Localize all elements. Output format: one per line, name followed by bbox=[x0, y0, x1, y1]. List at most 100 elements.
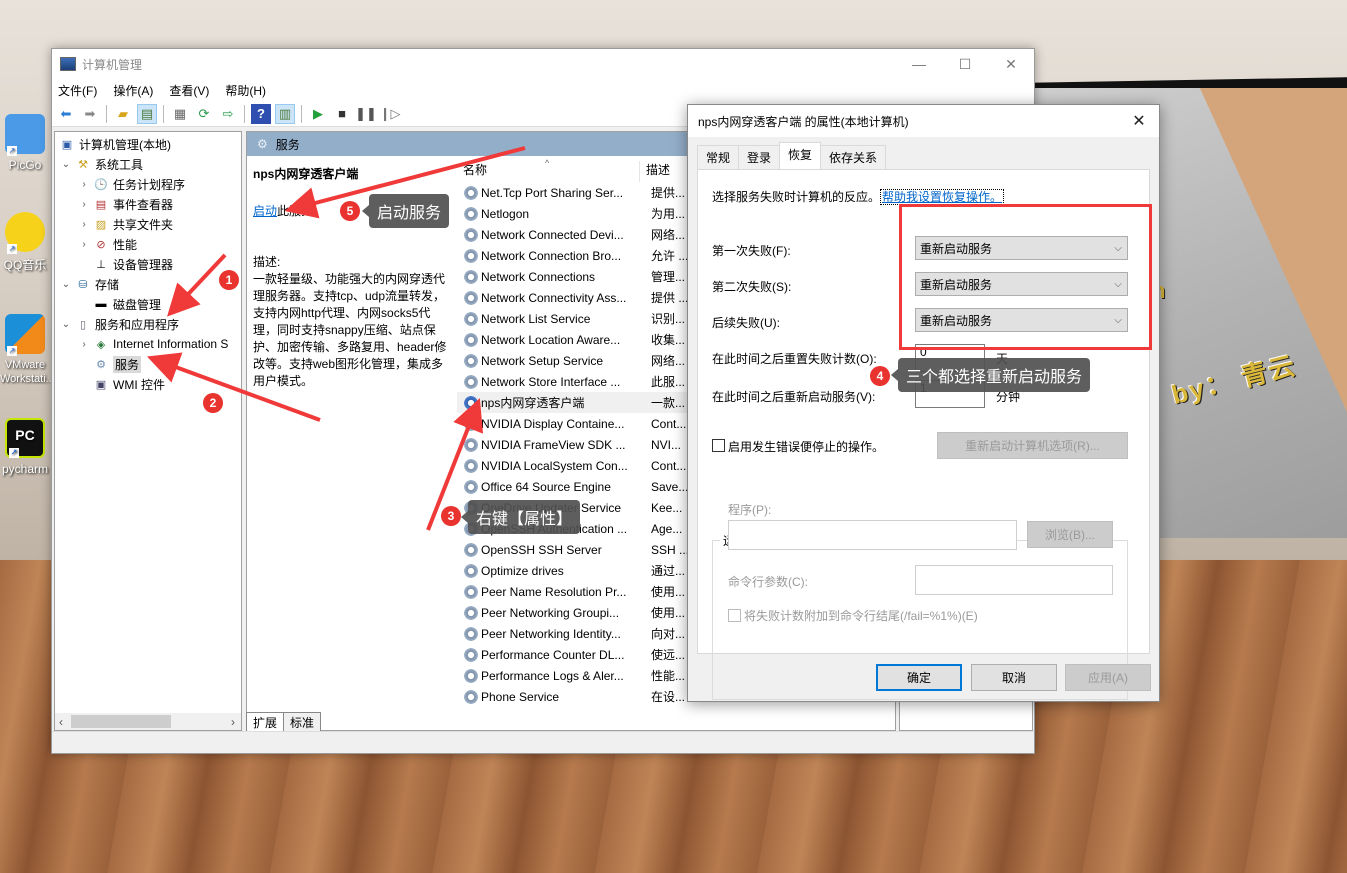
append-fail-count-checkbox[interactable] bbox=[728, 609, 741, 622]
service-name-cell: Peer Networking Identity... bbox=[481, 626, 621, 641]
close-button[interactable]: ✕ bbox=[988, 49, 1034, 79]
tree-item-wmi-control[interactable]: ▣ WMI 控件 bbox=[91, 374, 165, 394]
desktop-icon-qq-music[interactable]: ↗ QQ音乐 bbox=[0, 212, 50, 273]
dialog-title-bar[interactable]: nps内网穿透客户端 的属性(本地计算机) ✕ bbox=[688, 105, 1159, 137]
chevron-right-icon[interactable]: › bbox=[77, 219, 91, 230]
tree-item-event-viewer[interactable]: › ▤ 事件查看器 bbox=[77, 194, 173, 214]
shortcut-arrow-icon: ↗ bbox=[9, 448, 19, 458]
resume-service-icon[interactable]: ❙▷ bbox=[380, 104, 401, 124]
menu-help[interactable]: 帮助(H) bbox=[225, 82, 266, 99]
tree-label: 服务和应用程序 bbox=[95, 317, 180, 332]
service-description-cell: 此服... bbox=[651, 375, 686, 389]
tree-item-services[interactable]: ⚙ 服务 bbox=[91, 354, 142, 374]
tree-item-system-tools[interactable]: ⌄ ⚒ 系统工具 bbox=[59, 154, 143, 174]
title-bar[interactable]: 计算机管理 — ☐ ✕ bbox=[52, 49, 1034, 79]
tree-label: WMI 控件 bbox=[113, 377, 165, 392]
start-service-link[interactable]: 启动 bbox=[253, 204, 277, 218]
tab-logon[interactable]: 登录 bbox=[738, 145, 781, 169]
chevron-right-icon[interactable]: › bbox=[77, 339, 91, 350]
up-folder-icon[interactable]: ▰ bbox=[113, 104, 133, 124]
service-gear-icon bbox=[463, 226, 479, 243]
service-properties-dialog: nps内网穿透客户端 的属性(本地计算机) ✕ 常规 登录 恢复 依存关系 选择… bbox=[687, 104, 1160, 702]
desktop-icon-picgo[interactable]: ↗ PicGo bbox=[0, 114, 50, 172]
help-recovery-link[interactable]: 帮助我设置恢复操作。 bbox=[880, 189, 1005, 205]
scroll-right-icon[interactable]: › bbox=[231, 715, 235, 729]
tree-item-computer-management[interactable]: ▣ 计算机管理(本地) bbox=[57, 134, 171, 154]
tree-item-performance[interactable]: › ⊘ 性能 bbox=[77, 234, 137, 254]
apply-button[interactable]: 应用(A) bbox=[1065, 664, 1151, 691]
wmi-icon: ▣ bbox=[95, 378, 107, 391]
chevron-right-icon[interactable]: › bbox=[77, 239, 91, 250]
service-gear-icon bbox=[463, 289, 479, 306]
menu-file[interactable]: 文件(F) bbox=[58, 82, 97, 99]
menu-view[interactable]: 查看(V) bbox=[169, 82, 209, 99]
show-hide-console-tree-icon[interactable]: ▤ bbox=[137, 103, 157, 124]
cmdline-input[interactable] bbox=[915, 565, 1113, 595]
stop-on-error-checkbox[interactable] bbox=[712, 439, 725, 452]
forward-icon[interactable]: ➡ bbox=[80, 104, 100, 124]
tab-dependencies[interactable]: 依存关系 bbox=[820, 145, 887, 169]
desktop-icon-pycharm[interactable]: PC ↗ pycharm bbox=[0, 418, 50, 476]
tree-item-device-manager[interactable]: ⊥ 设备管理器 bbox=[91, 254, 173, 274]
ok-button[interactable]: 确定 bbox=[876, 664, 962, 691]
minimize-button[interactable]: — bbox=[896, 49, 942, 79]
chevron-right-icon[interactable]: › bbox=[77, 199, 91, 210]
toolbar-separator bbox=[163, 104, 164, 123]
maximize-button[interactable]: ☐ bbox=[942, 49, 988, 79]
service-name-cell: Network Connection Bro... bbox=[481, 248, 622, 263]
shortcut-arrow-icon: ↗ bbox=[7, 244, 17, 254]
help-icon[interactable]: ? bbox=[251, 103, 271, 124]
menu-action[interactable]: 操作(A) bbox=[113, 82, 153, 99]
tab-recovery[interactable]: 恢复 bbox=[779, 142, 822, 169]
tree-label: 系统工具 bbox=[95, 157, 144, 172]
desktop-icon-vmware[interactable]: ↗ VMware Workstati... bbox=[0, 314, 55, 386]
restart-after-label: 在此时间之后重新启动服务(V): bbox=[712, 390, 876, 404]
scrollbar-thumb[interactable] bbox=[71, 715, 171, 728]
service-description-cell: Cont... bbox=[651, 416, 687, 431]
dialog-close-button[interactable]: ✕ bbox=[1119, 111, 1159, 131]
tab-extended[interactable]: 扩展 bbox=[246, 712, 285, 732]
tree-item-iis[interactable]: › ◈ Internet Information S bbox=[77, 334, 228, 354]
export-list-icon[interactable]: ⇨ bbox=[218, 104, 238, 124]
browse-button[interactable]: 浏览(B)... bbox=[1027, 521, 1113, 548]
service-gear-icon bbox=[463, 478, 479, 495]
start-service-icon[interactable]: ▶ bbox=[308, 104, 328, 124]
back-icon[interactable]: ⬅ bbox=[56, 104, 76, 124]
properties-icon[interactable]: ▦ bbox=[170, 104, 190, 124]
restart-computer-options-button[interactable]: 重新启动计算机选项(R)... bbox=[937, 432, 1128, 459]
tree-item-services-and-applications[interactable]: ⌄ ▯ 服务和应用程序 bbox=[59, 314, 179, 334]
service-name-cell: Netlogon bbox=[481, 206, 530, 221]
tree-item-storage[interactable]: ⌄ ⛁ 存储 bbox=[59, 274, 119, 294]
view-tabs: 扩展 标准 bbox=[246, 712, 322, 732]
service-description-cell: 收集... bbox=[651, 333, 686, 347]
cancel-button[interactable]: 取消 bbox=[971, 664, 1057, 691]
tab-general[interactable]: 常规 bbox=[697, 145, 740, 169]
desktop-icon-label: VMware Workstati... bbox=[0, 359, 55, 385]
refresh-icon[interactable]: ⟳ bbox=[194, 104, 214, 124]
service-description-cell: Save... bbox=[651, 479, 689, 494]
stop-service-icon[interactable]: ■ bbox=[332, 104, 352, 124]
service-description-cell: 提供... bbox=[651, 186, 686, 200]
service-gear-icon bbox=[463, 205, 479, 222]
iis-icon: ◈ bbox=[96, 338, 106, 351]
tree-item-shared-folders[interactable]: › ▨ 共享文件夹 bbox=[77, 214, 173, 234]
chevron-down-icon[interactable]: ⌄ bbox=[59, 319, 73, 330]
service-description-cell: 一款... bbox=[651, 396, 686, 410]
service-description-cell: SSH ... bbox=[651, 542, 690, 557]
chevron-down-icon[interactable]: ⌄ bbox=[59, 159, 73, 170]
service-description-cell: NVI... bbox=[651, 437, 682, 452]
show-action-pane-icon[interactable]: ▥ bbox=[275, 103, 295, 124]
column-header-description[interactable]: 描述 bbox=[639, 161, 689, 182]
scroll-left-icon[interactable]: ‹ bbox=[59, 715, 63, 729]
chevron-down-icon[interactable]: ⌄ bbox=[59, 279, 73, 290]
service-gear-icon bbox=[463, 331, 479, 348]
tree-horizontal-scrollbar[interactable]: ‹ › bbox=[55, 713, 241, 730]
program-input[interactable] bbox=[728, 520, 1017, 550]
chevron-right-icon[interactable]: › bbox=[77, 179, 91, 190]
pause-service-icon[interactable]: ❚❚ bbox=[355, 104, 377, 124]
tree-item-disk-management[interactable]: ▬ 磁盘管理 bbox=[91, 294, 162, 314]
tree-item-task-scheduler[interactable]: › 🕒 任务计划程序 bbox=[77, 174, 185, 194]
tab-standard[interactable]: 标准 bbox=[283, 712, 322, 732]
tree-label: Internet Information S bbox=[113, 337, 229, 351]
status-bar bbox=[52, 731, 1034, 753]
